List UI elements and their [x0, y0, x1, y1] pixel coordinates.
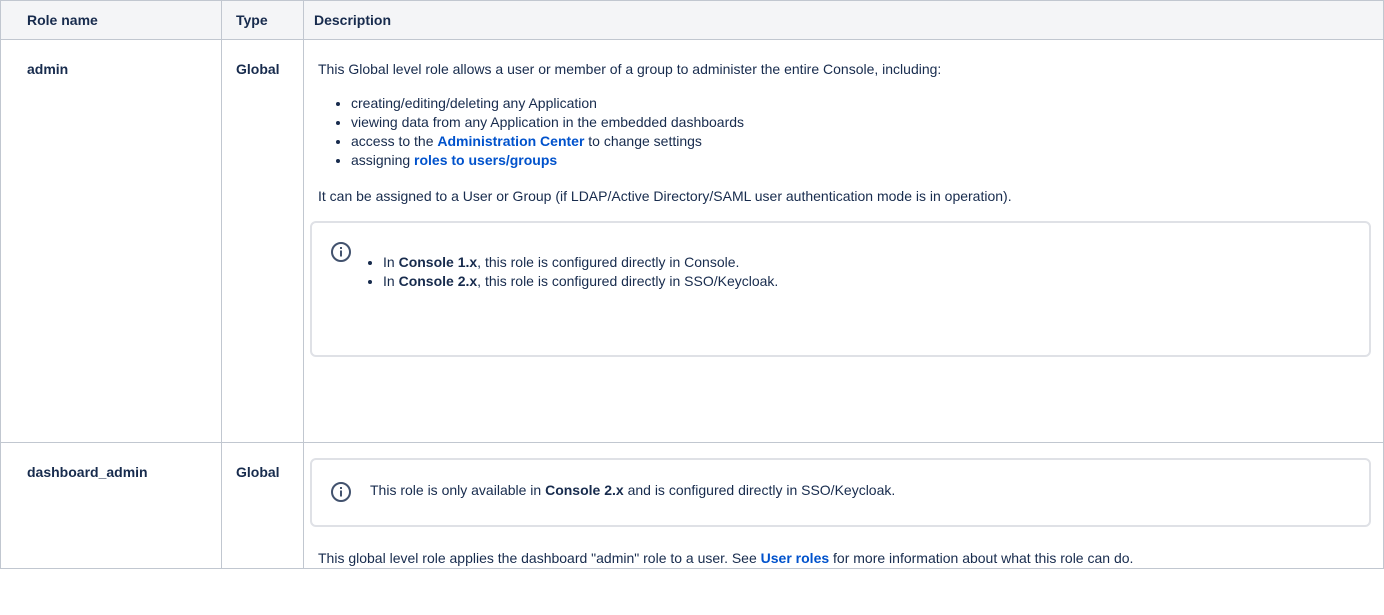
role-note: This global level role applies the dashb…: [318, 549, 1371, 568]
list-item: creating/editing/deleting any Applicatio…: [351, 94, 1371, 113]
console-version: Console 2.x: [398, 273, 478, 289]
info-text: , this role is configured directly in Co…: [477, 254, 740, 270]
info-panel: In Console 1.x, this role is configured …: [310, 221, 1371, 357]
assign-text: It can be assigned to a User or Group (i…: [318, 188, 1012, 204]
note-text: This global level role applies the dashb…: [318, 550, 761, 566]
list-item-text: assigning: [351, 152, 415, 168]
list-item: access to the Administration Center to c…: [351, 132, 1371, 151]
console-version: Console 2.x: [545, 482, 624, 498]
table-header-row: Role name Type Description: [0, 0, 1384, 40]
header-type: Type: [221, 0, 304, 40]
roles-table: Role name Type Description admin Global …: [0, 0, 1384, 569]
list-item-text: viewing data from any Application in the…: [351, 114, 745, 130]
info-panel: This role is only available in Console 2…: [310, 458, 1371, 527]
info-text: This role is only available in Console 2…: [370, 481, 895, 500]
header-description: Description: [303, 0, 1384, 40]
list-item-text: creating/editing/deleting any Applicatio…: [351, 95, 597, 111]
list-item: In Console 1.x, this role is configured …: [383, 253, 778, 272]
role-description: This Global level role allows a user or …: [303, 39, 1384, 443]
info-text-suffix: and is configured directly in SSO/Keyclo…: [623, 482, 896, 498]
info-circle-icon: [331, 482, 351, 502]
table-row: dashboard_admin Global This role is only…: [0, 442, 1384, 569]
user-roles-link[interactable]: User roles: [761, 550, 829, 566]
roles-to-users-groups-link[interactable]: roles to users/groups: [414, 152, 557, 168]
administration-center-link[interactable]: Administration Center: [437, 133, 584, 149]
info-text: In: [383, 254, 399, 270]
note-text: for more information about what this rol…: [829, 550, 1134, 566]
permission-list: creating/editing/deleting any Applicatio…: [318, 94, 1371, 170]
header-role-name: Role name: [0, 0, 222, 40]
console-version: Console 1.x: [398, 254, 478, 270]
table-row: admin Global This Global level role allo…: [0, 39, 1384, 443]
list-item: viewing data from any Application in the…: [351, 113, 1371, 132]
list-item-text: access to the: [351, 133, 438, 149]
list-item: assigning roles to users/groups: [351, 151, 1371, 170]
description-intro: This Global level role allows a user or …: [318, 61, 942, 77]
role-name: admin: [0, 39, 222, 443]
role-name: dashboard_admin: [0, 442, 222, 569]
info-text: In: [383, 273, 399, 289]
info-list: In Console 1.x, this role is configured …: [312, 253, 778, 291]
list-item: In Console 2.x, this role is configured …: [383, 272, 778, 291]
role-type: Global: [221, 442, 304, 569]
info-text-prefix: This role is only available in: [370, 482, 546, 498]
info-text: , this role is configured directly in SS…: [477, 273, 779, 289]
list-item-text: to change settings: [584, 133, 702, 149]
role-type: Global: [221, 39, 304, 443]
role-description: This role is only available in Console 2…: [303, 442, 1384, 569]
